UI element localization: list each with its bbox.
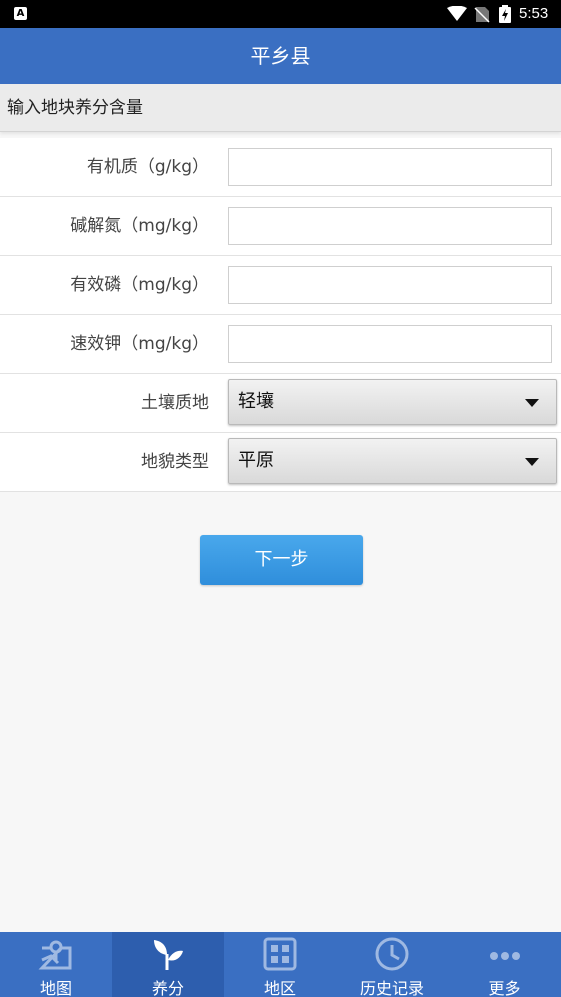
field-row-potassium: 速效钾（mg/kg）	[0, 315, 561, 374]
tab-nutrient-label: 养分	[151, 979, 184, 997]
tab-more[interactable]: 更多	[448, 932, 561, 997]
no-sim-icon	[474, 7, 490, 23]
nitrogen-input[interactable]	[228, 207, 552, 245]
field-row-nitrogen: 碱解氮（mg/kg）	[0, 197, 561, 256]
nutrient-form: 有机质（g/kg） 碱解氮（mg/kg） 有效磷（mg/kg） 速效钾（mg/k…	[0, 138, 561, 492]
notification-a-icon: A	[14, 7, 27, 20]
section-header: 输入地块养分含量	[0, 84, 561, 132]
clock-icon	[375, 937, 409, 971]
tab-region[interactable]: 地区	[224, 932, 336, 997]
tab-history[interactable]: 历史记录	[336, 932, 448, 997]
field-row-organic-matter: 有机质（g/kg）	[0, 138, 561, 197]
status-time: 5:53	[519, 5, 549, 22]
landform-label: 地貌类型	[141, 452, 209, 472]
status-bar: A 5:53	[0, 0, 561, 28]
dropdown-arrow-icon	[525, 458, 539, 466]
tab-map[interactable]: 地图	[0, 932, 112, 997]
next-step-button[interactable]: 下一步	[200, 535, 363, 585]
nitrogen-label: 碱解氮（mg/kg）	[70, 216, 209, 236]
soil-texture-label: 土壤质地	[141, 393, 209, 413]
battery-icon	[499, 5, 511, 23]
grid-icon	[263, 937, 297, 971]
soil-texture-value: 轻壤	[238, 391, 274, 412]
tab-more-label: 更多	[488, 979, 521, 997]
phosphorus-input[interactable]	[228, 266, 552, 304]
landform-select[interactable]: 平原	[228, 438, 557, 484]
field-row-soil-texture: 土壤质地 轻壤	[0, 374, 561, 433]
dropdown-arrow-icon	[525, 399, 539, 407]
bottom-tab-bar: 地图 养分 地区 历史记录 更多	[0, 932, 561, 997]
wifi-icon	[447, 6, 467, 21]
organic-matter-label: 有机质（g/kg）	[86, 157, 209, 177]
section-title: 输入地块养分含量	[7, 98, 143, 118]
map-icon	[38, 940, 72, 970]
tab-nutrient[interactable]: 养分	[112, 932, 224, 997]
sprout-icon	[154, 940, 183, 970]
soil-texture-select[interactable]: 轻壤	[228, 379, 557, 425]
field-row-phosphorus: 有效磷（mg/kg）	[0, 256, 561, 315]
tab-region-label: 地区	[263, 979, 296, 997]
potassium-label: 速效钾（mg/kg）	[70, 334, 209, 354]
potassium-input[interactable]	[228, 325, 552, 363]
field-row-landform: 地貌类型 平原	[0, 433, 561, 492]
landform-value: 平原	[238, 450, 274, 471]
tab-map-label: 地图	[39, 979, 72, 997]
organic-matter-input[interactable]	[228, 148, 552, 186]
more-icon	[489, 952, 520, 960]
page-title: 平乡县	[0, 28, 561, 84]
tab-history-label: 历史记录	[359, 979, 424, 997]
phosphorus-label: 有效磷（mg/kg）	[70, 275, 209, 295]
